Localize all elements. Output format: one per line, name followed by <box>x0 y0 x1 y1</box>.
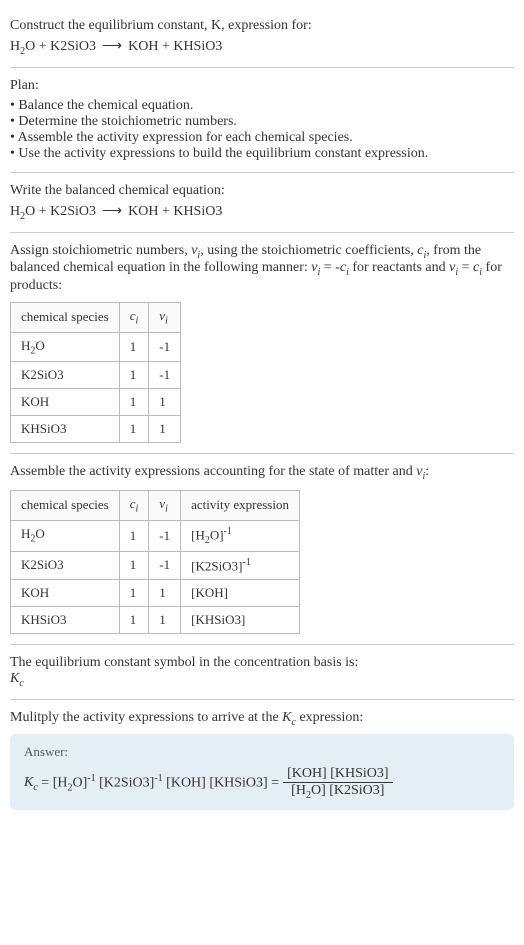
table-row: K2SiO3 1 -1 [K2SiO3]-1 <box>11 551 300 579</box>
table-cell: 1 <box>119 332 149 362</box>
table-header: activity expression <box>181 491 300 521</box>
table-cell: 1 <box>149 580 181 607</box>
answer-fraction: [KOH] [KHSiO3] [H2O] [K2SiO3] <box>283 766 393 801</box>
balanced-section: Write the balanced chemical equation: H2… <box>10 173 514 233</box>
table-cell: 1 <box>149 607 181 634</box>
plan-item: Determine the stoichiometric numbers. <box>10 114 514 130</box>
table-cell: 1 <box>149 389 181 416</box>
table-cell: [KOH] <box>181 580 300 607</box>
symbol-kc: Kc <box>10 671 514 689</box>
answer-denominator: [H2O] [K2SiO3] <box>283 783 393 801</box>
table-header: chemical species <box>11 491 120 521</box>
plan-header: Plan: <box>10 78 514 94</box>
multiply-section: Mulitply the activity expressions to arr… <box>10 700 514 821</box>
table-cell: KOH <box>11 389 120 416</box>
table-row: H2O 1 -1 <box>11 332 181 362</box>
table-cell: -1 <box>149 332 181 362</box>
table-row: KOH 1 1 [KOH] <box>11 580 300 607</box>
plan-item: Balance the chemical equation. <box>10 98 514 114</box>
table-cell: 1 <box>149 416 181 443</box>
table-cell: 1 <box>119 416 149 443</box>
answer-box: Answer: Kc = [H2O]-1 [K2SiO3]-1 [KOH] [K… <box>10 734 514 811</box>
table-cell: 1 <box>119 607 149 634</box>
table-header-row: chemical species ci νi activity expressi… <box>11 491 300 521</box>
title-text: Construct the equilibrium constant, K, e… <box>10 18 514 34</box>
multiply-line: Mulitply the activity expressions to arr… <box>10 710 514 728</box>
stoich-intro: Assign stoichiometric numbers, νi, using… <box>10 243 514 295</box>
table-row: KHSiO3 1 1 <box>11 416 181 443</box>
plan-list: Balance the chemical equation. Determine… <box>10 98 514 162</box>
table-cell: H2O <box>11 520 120 551</box>
table-cell: 1 <box>119 520 149 551</box>
plan-item: Assemble the activity expression for eac… <box>10 130 514 146</box>
answer-label: Answer: <box>24 744 500 760</box>
table-row: H2O 1 -1 [H2O]-1 <box>11 520 300 551</box>
table-cell: [H2O]-1 <box>181 520 300 551</box>
table-cell: -1 <box>149 362 181 389</box>
plan-item: Use the activity expressions to build th… <box>10 146 514 162</box>
table-cell: 1 <box>119 551 149 579</box>
balanced-equation: H2O + K2SiO3⟶KOH + KHSiO3 <box>10 203 514 222</box>
table-header: ci <box>119 303 149 333</box>
table-row: K2SiO3 1 -1 <box>11 362 181 389</box>
table-header-row: chemical species ci νi <box>11 303 181 333</box>
table-cell: KOH <box>11 580 120 607</box>
stoich-table: chemical species ci νi H2O 1 -1 K2SiO3 1… <box>10 302 181 443</box>
table-cell: KHSiO3 <box>11 607 120 634</box>
activity-intro: Assemble the activity expressions accoun… <box>10 464 514 482</box>
table-cell: KHSiO3 <box>11 416 120 443</box>
title-section: Construct the equilibrium constant, K, e… <box>10 8 514 68</box>
table-cell: -1 <box>149 520 181 551</box>
table-cell: H2O <box>11 332 120 362</box>
table-cell: [K2SiO3]-1 <box>181 551 300 579</box>
table-cell: 1 <box>119 362 149 389</box>
main-equation: H2O + K2SiO3⟶KOH + KHSiO3 <box>10 38 514 57</box>
table-header: ci <box>119 491 149 521</box>
activity-table: chemical species ci νi activity expressi… <box>10 490 300 634</box>
symbol-section: The equilibrium constant symbol in the c… <box>10 645 514 700</box>
table-cell: K2SiO3 <box>11 551 120 579</box>
table-row: KOH 1 1 <box>11 389 181 416</box>
answer-numerator: [KOH] [KHSiO3] <box>283 766 393 783</box>
symbol-line1: The equilibrium constant symbol in the c… <box>10 655 514 671</box>
table-header: νi <box>149 303 181 333</box>
table-cell: K2SiO3 <box>11 362 120 389</box>
table-header: chemical species <box>11 303 120 333</box>
answer-expression: Kc = [H2O]-1 [K2SiO3]-1 [KOH] [KHSiO3] =… <box>24 766 500 801</box>
table-row: KHSiO3 1 1 [KHSiO3] <box>11 607 300 634</box>
activity-section: Assemble the activity expressions accoun… <box>10 454 514 645</box>
plan-section: Plan: Balance the chemical equation. Det… <box>10 68 514 173</box>
table-cell: -1 <box>149 551 181 579</box>
table-header: νi <box>149 491 181 521</box>
balanced-header: Write the balanced chemical equation: <box>10 183 514 199</box>
answer-lhs: Kc = [H2O]-1 [K2SiO3]-1 [KOH] [KHSiO3] = <box>24 773 279 793</box>
title-line1: Construct the equilibrium constant, K, e… <box>10 18 312 33</box>
table-cell: 1 <box>119 389 149 416</box>
table-cell: 1 <box>119 580 149 607</box>
table-cell: [KHSiO3] <box>181 607 300 634</box>
stoich-section: Assign stoichiometric numbers, νi, using… <box>10 233 514 455</box>
